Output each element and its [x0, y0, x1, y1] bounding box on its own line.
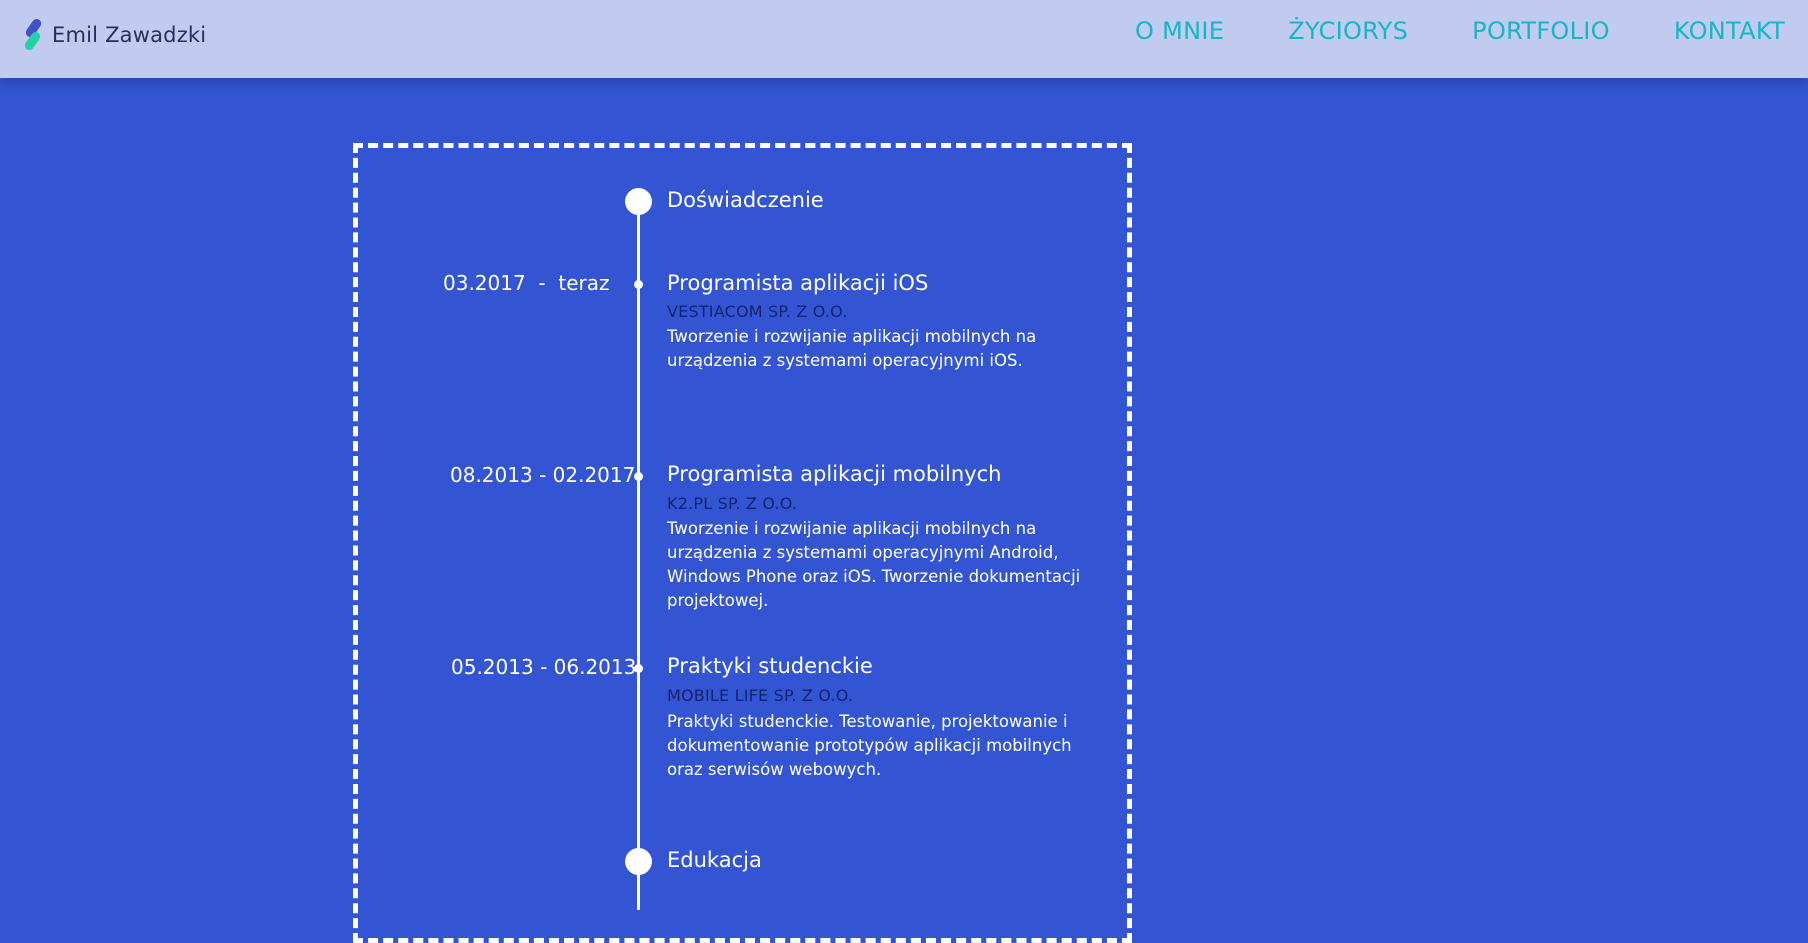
- experience-date: 03.2017 - teraz: [443, 271, 610, 295]
- nav-item-contact[interactable]: KONTAKT: [1674, 17, 1785, 45]
- section-title-education: Edukacja: [667, 848, 762, 872]
- experience-title: Programista aplikacji mobilnych: [667, 462, 1002, 486]
- nav-item-portfolio[interactable]: PORTFOLIO: [1472, 17, 1610, 45]
- timeline-line: [637, 200, 640, 910]
- experience-title: Praktyki studenckie: [667, 654, 873, 678]
- section-marker-experience: [625, 188, 652, 215]
- experience-description: Tworzenie i rozwijanie aplikacji mobilny…: [667, 327, 1037, 370]
- nav-item-resume[interactable]: ŻYCIORYS: [1288, 17, 1408, 45]
- experience-date: 08.2013 - 02.2017: [450, 463, 636, 487]
- section-marker-education: [625, 848, 652, 875]
- main-nav: O MNIE ŻYCIORYS PORTFOLIO KONTAKT: [1135, 17, 1785, 45]
- nav-item-about[interactable]: O MNIE: [1135, 17, 1224, 45]
- experience-description: Tworzenie i rozwijanie aplikacji mobilny…: [667, 519, 1081, 610]
- timeline-item-marker: [634, 280, 643, 289]
- experience-description: Praktyki studenckie. Testowanie, projekt…: [667, 712, 1072, 779]
- logo-icon: [22, 17, 44, 52]
- brand[interactable]: Emil Zawadzki: [22, 17, 206, 52]
- experience-date: 05.2013 - 06.2013: [451, 655, 637, 679]
- experience-company: K2.PL SP. Z O.O.: [667, 494, 798, 513]
- top-navigation-bar: Emil Zawadzki O MNIE ŻYCIORYS PORTFOLIO …: [0, 0, 1808, 78]
- brand-name[interactable]: Emil Zawadzki: [52, 23, 206, 47]
- experience-company: VESTIACOM SP. Z O.O.: [667, 302, 848, 321]
- timeline-item-marker: [634, 472, 643, 481]
- experience-company: MOBILE LIFE SP. Z O.O.: [667, 686, 854, 705]
- section-title-experience: Doświadczenie: [667, 188, 824, 212]
- experience-title: Programista aplikacji iOS: [667, 271, 929, 295]
